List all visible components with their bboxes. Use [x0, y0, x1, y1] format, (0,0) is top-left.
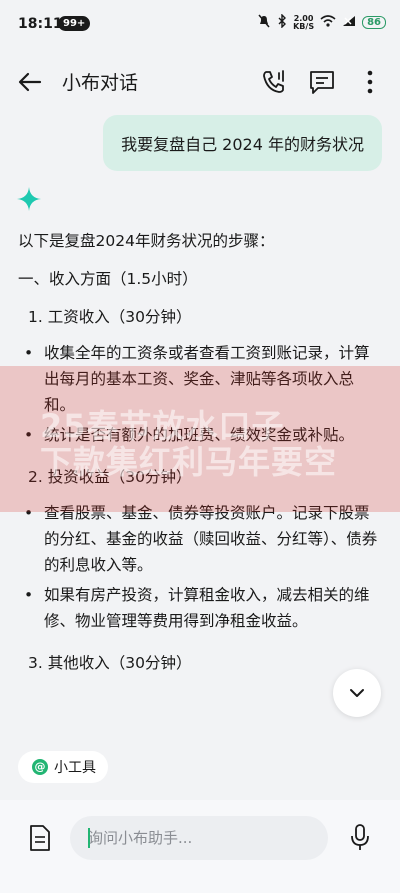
- item-heading: 3. 其他收入（30分钟）: [28, 654, 192, 672]
- chat-list-icon[interactable]: [306, 66, 338, 98]
- document-icon[interactable]: [28, 824, 52, 852]
- promo-overlay-text: 25春节放水口子 下款集红利马年要空: [40, 408, 337, 480]
- bluetooth-icon: [277, 13, 287, 31]
- user-message-bubble: 我要复盘自己 2024 年的财务状况: [103, 115, 382, 171]
- scroll-down-button[interactable]: [333, 669, 381, 717]
- section-heading: 一、收入方面（1.5小时）: [18, 270, 198, 288]
- voice-call-icon[interactable]: [258, 66, 290, 98]
- item-heading: 1. 工资收入（30分钟）: [28, 308, 192, 326]
- wifi-icon: [320, 15, 336, 30]
- signal-icon: [342, 15, 356, 30]
- status-icons: 2.00 KB/S 86: [257, 13, 386, 31]
- battery-indicator: 86: [362, 16, 386, 29]
- message-input[interactable]: [70, 816, 328, 860]
- mute-icon: [257, 14, 271, 31]
- list-item: 如果有房产投资，计算租金收入，减去相关的维修、物业管理等费用得到净租金收益。: [18, 582, 384, 634]
- network-speed: 2.00 KB/S: [293, 14, 315, 31]
- chevron-down-icon: [350, 689, 364, 697]
- notification-badge: 99+: [58, 16, 91, 31]
- assistant-intro: 以下是复盘2024年财务状况的步骤：: [18, 232, 275, 250]
- promo-line-1: 25春节放水口子: [40, 407, 285, 445]
- status-time: 18:11: [18, 16, 63, 32]
- page-title: 小布对话: [62, 72, 139, 94]
- tools-chip-label: 小工具: [54, 760, 96, 776]
- microphone-icon[interactable]: [348, 822, 372, 852]
- assistant-sparkle-icon: [16, 186, 42, 212]
- more-icon[interactable]: [354, 66, 386, 98]
- input-caret: [88, 828, 90, 848]
- status-bar: 18:11 99+ 2.00 KB/S 86: [0, 0, 400, 48]
- net-speed-unit: KB/S: [293, 21, 315, 31]
- at-icon: @: [32, 759, 48, 775]
- back-arrow-icon[interactable]: [14, 66, 46, 98]
- tools-chip[interactable]: @ 小工具: [18, 751, 108, 783]
- input-bar: [0, 800, 400, 893]
- app-header: 小布对话: [0, 56, 400, 108]
- promo-line-2: 下款集红利马年要空: [40, 443, 338, 481]
